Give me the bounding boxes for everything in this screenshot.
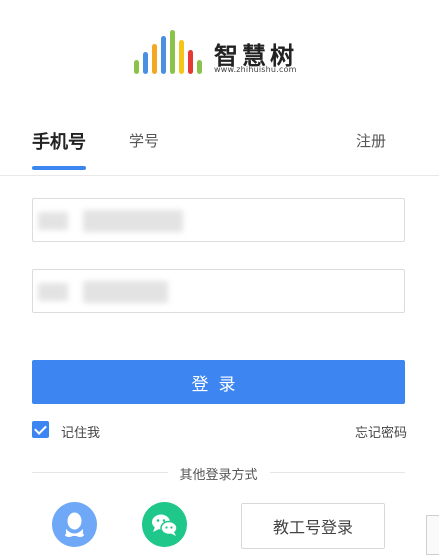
login-page: 智慧树 www.zhihuishu.com 手机号 学号 注册 登录 记住我 忘…	[0, 0, 439, 556]
login-tabs: 手机号 学号 注册	[0, 118, 439, 176]
tab-phone[interactable]: 手机号	[32, 128, 86, 170]
remember-label: 记住我	[61, 426, 101, 441]
wechat-login-button[interactable]	[142, 502, 187, 547]
logo-bar	[161, 36, 166, 74]
wechat-icon	[152, 514, 178, 536]
logo-bars-icon	[134, 30, 210, 74]
logo-url: www.zhihuishu.com	[214, 65, 297, 74]
redacted-phone-prefix	[38, 212, 68, 230]
zhihuishu-logo: 智慧树 www.zhihuishu.com	[134, 30, 314, 80]
login-button[interactable]: 登录	[32, 360, 405, 404]
forgot-password-link[interactable]: 忘记密码	[355, 422, 407, 441]
logo-bar	[170, 30, 175, 74]
staff-id-login-button[interactable]: 教工号登录	[241, 503, 385, 549]
logo-bar	[152, 44, 157, 74]
qq-icon	[65, 512, 84, 537]
tab-student-id[interactable]: 学号	[129, 130, 159, 151]
logo-bar	[143, 52, 148, 74]
logo-bar	[179, 40, 184, 74]
other-login-label: 其他登录方式	[167, 464, 270, 483]
logo-bar	[197, 60, 202, 74]
remember-checkbox[interactable]	[32, 421, 49, 438]
redacted-phone-number	[83, 210, 183, 232]
side-tab-icon[interactable]	[426, 515, 439, 555]
register-link[interactable]: 注册	[356, 130, 386, 151]
redacted-password	[83, 281, 168, 303]
qq-login-button[interactable]	[52, 502, 97, 547]
logo-bar	[134, 60, 139, 74]
logo-bar	[188, 50, 193, 74]
redacted-password-prefix	[38, 283, 68, 301]
other-login-divider: 其他登录方式	[32, 464, 405, 483]
